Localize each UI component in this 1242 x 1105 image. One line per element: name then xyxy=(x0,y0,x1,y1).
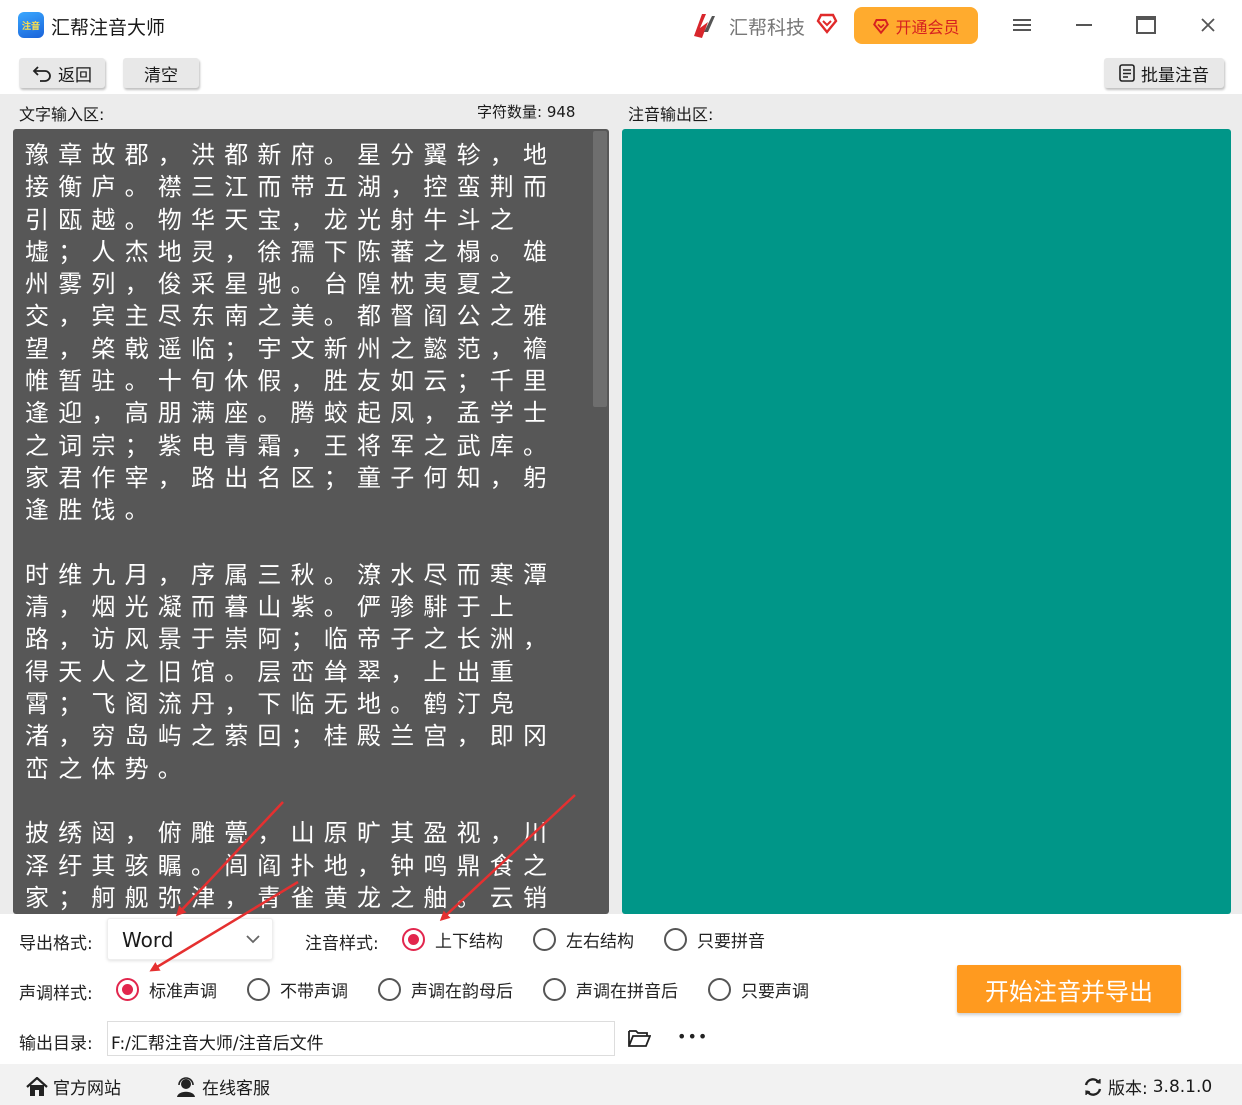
app-logo-icon: 注音 xyxy=(18,12,44,38)
radio-empty-icon xyxy=(543,978,566,1001)
tone-style-option[interactable]: 不带声调 xyxy=(247,977,348,1002)
tone-style-option[interactable]: 只要声调 xyxy=(708,977,809,1002)
hamburger-menu-icon xyxy=(1013,19,1031,31)
headset-user-icon xyxy=(177,1076,195,1097)
undo-arrow-icon xyxy=(32,66,51,82)
tone-style-option[interactable]: 标准声调 xyxy=(116,977,217,1002)
tone-style-option[interactable]: 声调在韵母后 xyxy=(378,977,513,1002)
refresh-icon xyxy=(1084,1077,1102,1096)
char-count-label: 字符数量: 948 xyxy=(477,103,576,121)
pinyin-style-option-label: 上下结构 xyxy=(435,932,503,952)
diamond-heart-icon xyxy=(873,18,890,34)
clear-button[interactable]: 清空 xyxy=(123,58,199,88)
pinyin-style-option[interactable]: 上下结构 xyxy=(402,927,503,952)
tone-style-option-label: 标准声调 xyxy=(149,982,217,1002)
back-button[interactable]: 返回 xyxy=(19,58,105,88)
clear-label: 清空 xyxy=(144,65,178,86)
pinyin-style-option[interactable]: 只要拼音 xyxy=(664,927,765,952)
vip-button[interactable]: 开通会员 xyxy=(854,7,978,44)
pinyin-output-area xyxy=(622,129,1231,914)
website-label: 官方网站 xyxy=(53,1079,121,1099)
radio-empty-icon xyxy=(247,978,270,1001)
pinyin-style-option[interactable]: 左右结构 xyxy=(533,927,634,952)
online-support-link[interactable]: 在线客服 xyxy=(175,1074,270,1099)
toolbar: 返回 清空 批量注音 xyxy=(0,52,1242,94)
radio-selected-icon xyxy=(402,928,425,951)
pinyin-style-option-label: 只要拼音 xyxy=(697,932,765,952)
tone-style-option-label: 不带声调 xyxy=(280,982,348,1002)
radio-selected-icon xyxy=(116,978,139,1001)
radio-empty-icon xyxy=(664,928,687,951)
export-format-value: Word xyxy=(122,928,174,952)
tone-style-option-label: 只要声调 xyxy=(741,982,809,1002)
output-dir-input[interactable]: F:/汇帮注音大师/注音后文件 xyxy=(107,1021,615,1056)
maximize-button[interactable] xyxy=(1131,10,1161,40)
text-input-area[interactable]: 豫章故郡，洪都新府。星分翼轸，地接衡庐。襟三江而带五湖，控蛮荆而引瓯越。物华天宝… xyxy=(13,129,609,914)
radio-empty-icon xyxy=(533,928,556,951)
input-scrollbar[interactable] xyxy=(593,131,607,407)
folder-open-icon[interactable] xyxy=(627,1028,651,1048)
brand-logo-icon xyxy=(694,14,715,38)
tone-style-option-label: 声调在韵母后 xyxy=(411,982,513,1002)
radio-empty-icon xyxy=(708,978,731,1001)
export-format-label: 导出格式: xyxy=(19,934,93,954)
batch-label: 批量注音 xyxy=(1141,65,1209,86)
pinyin-style-label: 注音样式: xyxy=(305,934,379,954)
home-icon xyxy=(26,1076,48,1096)
close-button[interactable] xyxy=(1193,10,1223,40)
version-label: 版本: xyxy=(1108,1079,1148,1099)
radio-empty-icon xyxy=(378,978,401,1001)
menu-button[interactable] xyxy=(1007,10,1037,40)
tone-style-option-label: 声调在拼音后 xyxy=(576,982,678,1002)
maximize-icon xyxy=(1136,16,1156,34)
output-dir-label: 输出目录: xyxy=(19,1034,93,1054)
input-section-label: 文字输入区: xyxy=(19,105,105,124)
title-bar: 注音 汇帮注音大师 汇帮科技 开通会员 xyxy=(0,0,1242,52)
char-count-value: 948 xyxy=(546,103,576,121)
output-section-label: 注音输出区: xyxy=(628,105,714,124)
diamond-heart-icon xyxy=(816,13,838,34)
start-export-button[interactable]: 开始注音并导出 xyxy=(957,965,1181,1013)
back-label: 返回 xyxy=(58,65,92,86)
pinyin-style-option-label: 左右结构 xyxy=(566,932,634,952)
official-website-link[interactable]: 官方网站 xyxy=(26,1074,121,1099)
version-value: 3.8.1.0 xyxy=(1152,1076,1213,1097)
minimize-button[interactable] xyxy=(1069,10,1099,40)
brand-name: 汇帮科技 xyxy=(729,17,806,39)
app-title: 汇帮注音大师 xyxy=(51,17,166,39)
input-text[interactable]: 豫章故郡，洪都新府。星分翼轸，地接衡庐。襟三江而带五湖，控蛮荆而引瓯越。物华天宝… xyxy=(25,139,589,914)
batch-pinyin-button[interactable]: 批量注音 xyxy=(1104,58,1224,88)
tone-style-option[interactable]: 声调在拼音后 xyxy=(543,977,678,1002)
support-label: 在线客服 xyxy=(202,1079,270,1099)
tone-style-label: 声调样式: xyxy=(19,984,93,1004)
app-logo-text: 注音 xyxy=(21,21,40,32)
chevron-down-icon xyxy=(246,935,260,944)
version-info: 版本: 3.8.1.0 xyxy=(1083,1074,1212,1099)
minimize-icon xyxy=(1076,24,1092,26)
more-options-button[interactable]: ••• xyxy=(677,1027,708,1046)
close-icon xyxy=(1201,18,1215,32)
vip-label: 开通会员 xyxy=(895,17,960,37)
document-list-icon xyxy=(1119,64,1135,82)
export-format-select[interactable]: Word xyxy=(107,918,273,960)
